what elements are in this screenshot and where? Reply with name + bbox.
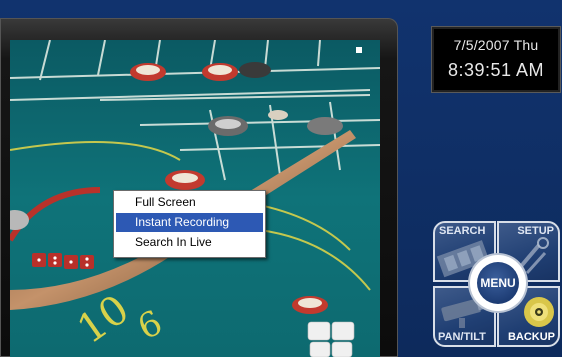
menu-button[interactable]: MENU: [470, 255, 526, 311]
control-panel: SEARCH SETUP PAN/TILT BACKUP MENU: [430, 221, 560, 349]
clock-time: 8:39:51 AM: [447, 60, 545, 80]
menu-label: MENU: [477, 262, 519, 304]
clock-display: 7/5/2007 Thu 8:39:51 AM: [431, 26, 561, 93]
search-label: SEARCH: [439, 225, 486, 237]
menu-item-search-in-live[interactable]: Search In Live: [116, 233, 263, 252]
setup-label: SETUP: [517, 225, 554, 237]
pan-tilt-label: PAN/TILT: [438, 331, 486, 343]
menu-item-instant-recording[interactable]: Instant Recording: [116, 213, 263, 232]
context-menu: Full Screen Instant Recording Search In …: [113, 190, 266, 258]
fullscreen-indicator: [356, 47, 362, 53]
clock-date: 7/5/2007 Thu: [453, 37, 539, 53]
menu-item-full-screen[interactable]: Full Screen: [116, 193, 263, 212]
backup-label: BACKUP: [507, 331, 555, 343]
